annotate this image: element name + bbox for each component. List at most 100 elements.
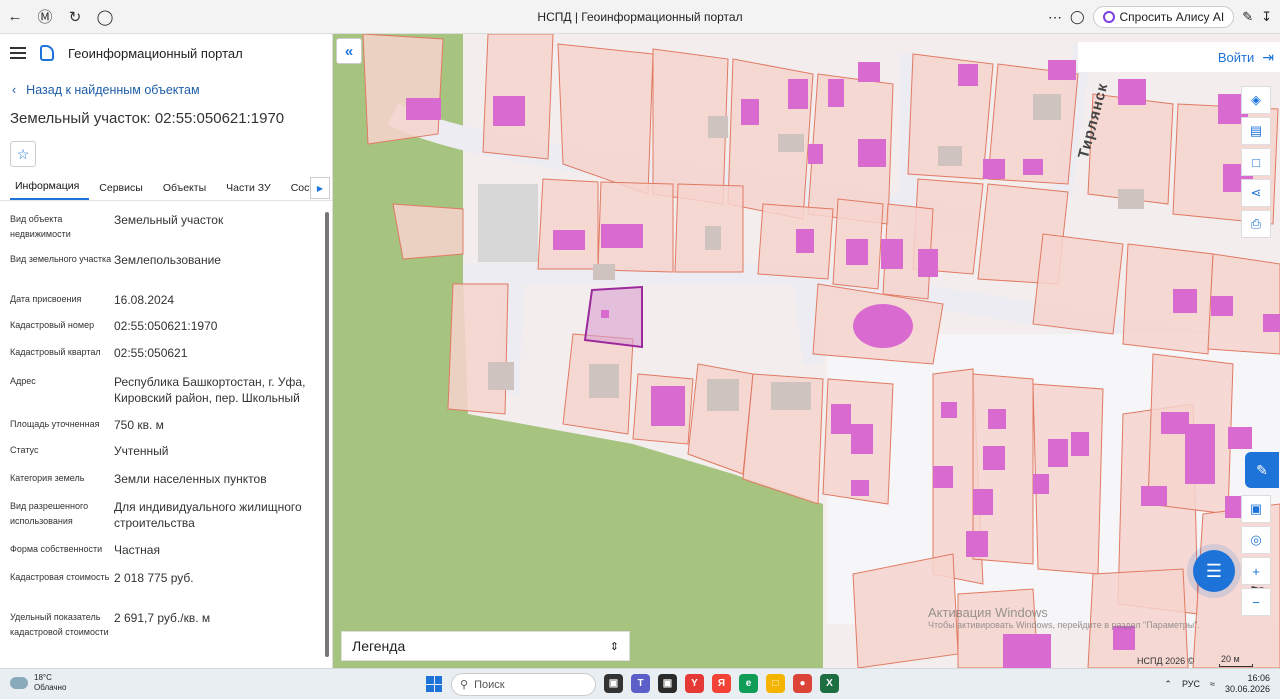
cloud-icon [10, 677, 28, 689]
back-to-results-link[interactable]: ‹ Назад к найденным объектам [0, 80, 332, 100]
shield-icon[interactable]: ◯ [90, 0, 120, 34]
prop-row: Вид объекта недвижимости Земельный участ… [0, 212, 322, 252]
prop-row: Кадастровая стоимость 2 018 775 руб. [0, 570, 322, 610]
share-icon[interactable]: ⋖ [1241, 179, 1271, 207]
select-area-icon[interactable]: □ [1241, 148, 1271, 176]
chrome-icon[interactable]: ● [793, 674, 812, 693]
prop-value: Землепользование [114, 253, 221, 267]
selected-parcel[interactable] [583, 285, 643, 349]
explorer-icon[interactable]: □ [766, 674, 785, 693]
alice-label: Спросить Алису AI [1119, 10, 1225, 24]
collapse-sidebar-button[interactable]: « [336, 38, 362, 64]
windows-activation-watermark: Активация Windows Чтобы активировать Win… [928, 605, 1200, 630]
star-icon: ☆ [16, 145, 30, 162]
zoom-in-button[interactable]: + [1241, 557, 1271, 585]
tab-services[interactable]: Сервисы [99, 182, 153, 200]
grey-building [478, 184, 538, 262]
print-icon[interactable]: ⎙ [1241, 210, 1271, 238]
browser-toolbar: ← Ⓜ ↻ ◯ НСПД | Геоинформационный портал … [0, 0, 1280, 34]
ruler-icon[interactable]: ▤ [1241, 117, 1271, 145]
chevron-updown-icon: ⇕ [609, 640, 619, 653]
prop-label: Вид разрешенного использования [10, 501, 89, 526]
properties-list: Вид объекта недвижимости Земельный участ… [0, 212, 322, 656]
weather-widget[interactable]: 18°C Облачно [10, 673, 66, 693]
reload-icon[interactable]: ↻ [60, 0, 90, 34]
prop-row: Кадастровый квартал 02:55:050621 [0, 345, 322, 374]
prop-value: 2 018 775 руб. [114, 571, 194, 585]
login-icon: ⇥ [1262, 48, 1274, 65]
map-tools-lower: ▣ ◎ + − [1241, 495, 1271, 616]
date: 30.06.2026 [1224, 684, 1270, 694]
portal-name[interactable]: Геоинформационный портал [68, 46, 243, 61]
teams-icon[interactable]: T [631, 674, 650, 693]
prop-row: Вид земельного участка Землепользование [0, 252, 322, 292]
prop-value: Земли населенных пунктов [114, 472, 267, 486]
yandex-browser-icon[interactable]: Я [712, 674, 731, 693]
locate-icon[interactable]: ◎ [1241, 526, 1271, 554]
legend-label: Легенда [352, 638, 406, 654]
download-icon[interactable]: ↧ [1261, 9, 1272, 25]
store-icon[interactable]: ▣ [658, 674, 677, 693]
prop-label: Дата присвоения [10, 294, 82, 304]
yandex-icon[interactable]: Ⓜ [30, 0, 60, 34]
menu-icon[interactable] [10, 47, 26, 59]
alice-icon [1102, 11, 1115, 23]
chevron-left-icon: ‹ [12, 83, 17, 97]
sidebar-scrollbar[interactable] [324, 204, 330, 660]
more-dots-icon[interactable]: ⋯ [1048, 9, 1062, 26]
start-button[interactable] [426, 676, 442, 692]
time: 16:06 [1247, 673, 1270, 683]
translate-icon[interactable]: ✎ [1242, 9, 1253, 25]
wifi-icon[interactable]: ≈ [1210, 679, 1215, 689]
tab-objects[interactable]: Объекты [163, 182, 216, 200]
yandex-music-icon[interactable]: Y [685, 674, 704, 693]
language-indicator[interactable]: РУС [1182, 679, 1200, 689]
zoom-out-button[interactable]: − [1241, 588, 1271, 616]
back-icon[interactable]: ← [0, 0, 30, 34]
chat-assistant-button[interactable]: ☰ [1193, 550, 1235, 592]
favorite-star-button[interactable]: ☆ [10, 141, 36, 167]
task-view-icon[interactable]: ▣ [604, 674, 623, 693]
edge-icon[interactable]: e [739, 674, 758, 693]
road [793, 272, 823, 366]
selected-parcel-building [601, 310, 609, 318]
bookmark-icon[interactable]: ◯ [1070, 9, 1085, 25]
prop-value: Учтенный [114, 444, 169, 458]
minimap-icon[interactable]: ▣ [1241, 495, 1271, 523]
excel-icon[interactable]: X [820, 674, 839, 693]
tab-parts[interactable]: Части ЗУ [226, 182, 281, 200]
tray-arrow-icon[interactable]: ⌃ [1164, 679, 1172, 690]
scrollbar-thumb[interactable] [325, 212, 329, 657]
portal-logo-icon[interactable] [40, 45, 54, 61]
search-placeholder: Поиск [474, 678, 505, 691]
prop-value: 02:55:050621 [114, 346, 188, 360]
clock[interactable]: 16:06 30.06.2026 [1225, 673, 1270, 695]
ask-alice-button[interactable]: Спросить Алису AI [1092, 6, 1235, 28]
prop-label: Статус [10, 445, 39, 455]
back-link-label: Назад к найденным объектам [26, 83, 200, 97]
legend-dropdown[interactable]: Легенда ⇕ [341, 631, 630, 661]
prop-label: Вид земельного участка [10, 254, 112, 264]
prop-label: Категория земель [10, 473, 85, 483]
scale-bar [1219, 664, 1253, 667]
prop-row: Вид разрешенного использования Для индив… [0, 499, 322, 542]
prop-label: Кадастровый номер [10, 320, 95, 330]
watermark-subtitle: Чтобы активировать Windows, перейдите в … [928, 620, 1200, 630]
gosuslugi-widget-button[interactable]: ✎ [1245, 452, 1279, 488]
prop-row: Удельный показатель кадастровой стоимост… [0, 610, 322, 656]
taskbar-search[interactable]: ⚲ Поиск [451, 673, 596, 696]
cadastral-map[interactable] [333, 34, 1280, 668]
map-view[interactable]: Тирлянск у Д ьн « Войти ⇥ ◈ ▤ □ ⋖ ⎙ ✎ ▣ … [333, 34, 1280, 668]
tab-information[interactable]: Информация [10, 180, 90, 200]
tabs-scroll-right-button[interactable]: ▶ [310, 177, 330, 199]
weather-desc: Облачно [34, 683, 67, 692]
prop-value: 02:55:050621:1970 [114, 319, 218, 333]
prop-row: Категория земель Земли населенных пункто… [0, 471, 322, 499]
info-sidebar: Геоинформационный портал ‹ Назад к найде… [0, 34, 333, 668]
search-icon: ⚲ [460, 679, 469, 691]
scale-label: 20 м [1221, 654, 1240, 664]
login-button[interactable]: Войти ⇥ [1078, 42, 1280, 72]
layers-icon[interactable]: ◈ [1241, 86, 1271, 114]
prop-row: Кадастровый номер 02:55:050621:1970 [0, 318, 322, 345]
message-icon: ☰ [1205, 560, 1223, 581]
